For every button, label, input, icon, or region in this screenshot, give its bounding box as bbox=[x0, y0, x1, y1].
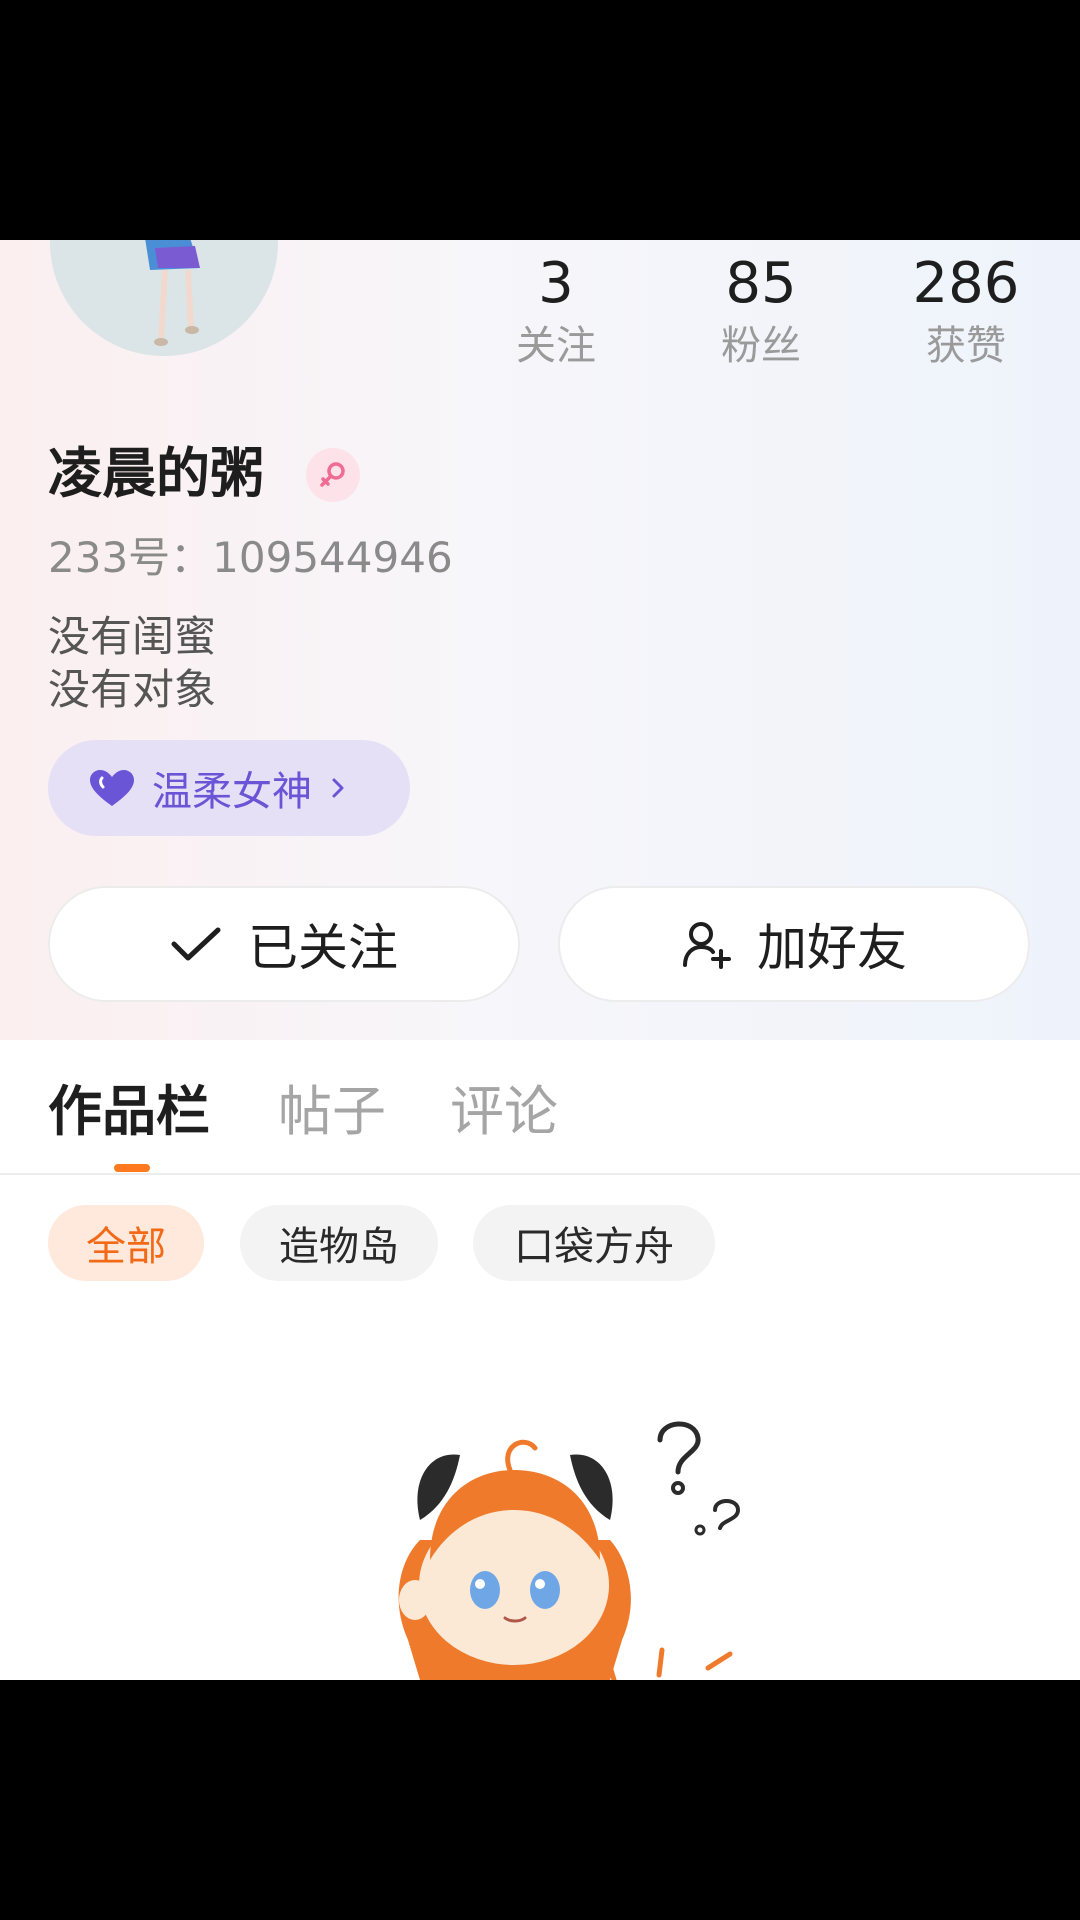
filter-chip-creation-island[interactable]: 造物岛 bbox=[240, 1205, 438, 1281]
bio-line-1: 没有闺蜜 bbox=[48, 612, 217, 661]
stat-following-label: 关注 bbox=[516, 323, 596, 369]
filter-chip-pocket-ark[interactable]: 口袋方舟 bbox=[473, 1205, 715, 1281]
add-friend-button[interactable]: 加好友 bbox=[558, 886, 1030, 1002]
profile-screen: 3 关注 85 粉丝 286 获赞 凌晨的粥 233号：109544946 没有… bbox=[0, 240, 1080, 1680]
stat-likes[interactable]: 286 获赞 bbox=[886, 252, 1046, 372]
username: 凌晨的粥 bbox=[48, 442, 264, 505]
chevron-right-icon bbox=[332, 778, 344, 798]
stat-fans[interactable]: 85 粉丝 bbox=[681, 252, 841, 372]
following-button[interactable]: 已关注 bbox=[48, 886, 520, 1002]
letterbox-bottom bbox=[0, 1680, 1080, 1920]
add-friend-button-label: 加好友 bbox=[757, 919, 907, 977]
user-id: 233号：109544946 bbox=[48, 533, 453, 582]
tab-posts[interactable]: 帖子 bbox=[278, 1076, 386, 1148]
tab-indicator bbox=[114, 1164, 150, 1172]
title-tag-label: 温柔女神 bbox=[152, 769, 312, 815]
empty-state-illustration bbox=[398, 1421, 741, 1680]
filter-chip-all[interactable]: 全部 bbox=[48, 1205, 204, 1281]
bio-line-2: 没有对象 bbox=[48, 665, 217, 714]
avatar[interactable] bbox=[50, 240, 278, 356]
stat-likes-label: 获赞 bbox=[926, 323, 1006, 369]
tab-comments[interactable]: 评论 bbox=[450, 1076, 558, 1148]
heart-icon bbox=[90, 770, 134, 806]
tab-divider bbox=[0, 1173, 1080, 1175]
bio: 没有闺蜜 没有对象 bbox=[48, 610, 216, 716]
title-tag[interactable]: 温柔女神 bbox=[48, 740, 410, 836]
letterbox-top bbox=[0, 0, 1080, 240]
check-icon bbox=[171, 927, 221, 961]
stat-following-value: 3 bbox=[538, 251, 574, 316]
tab-works[interactable]: 作品栏 bbox=[48, 1076, 210, 1148]
stat-likes-value: 286 bbox=[912, 251, 1020, 316]
content-section: 作品栏 帖子 评论 全部 造物岛 口袋方舟 bbox=[0, 1040, 1080, 1680]
female-icon bbox=[306, 448, 360, 502]
stat-fans-value: 85 bbox=[725, 251, 797, 316]
stat-fans-label: 粉丝 bbox=[721, 323, 801, 369]
profile-header: 3 关注 85 粉丝 286 获赞 凌晨的粥 233号：109544946 没有… bbox=[0, 240, 1080, 1040]
stat-following[interactable]: 3 关注 bbox=[476, 252, 636, 372]
following-button-label: 已关注 bbox=[248, 919, 398, 977]
add-user-icon bbox=[683, 922, 731, 969]
